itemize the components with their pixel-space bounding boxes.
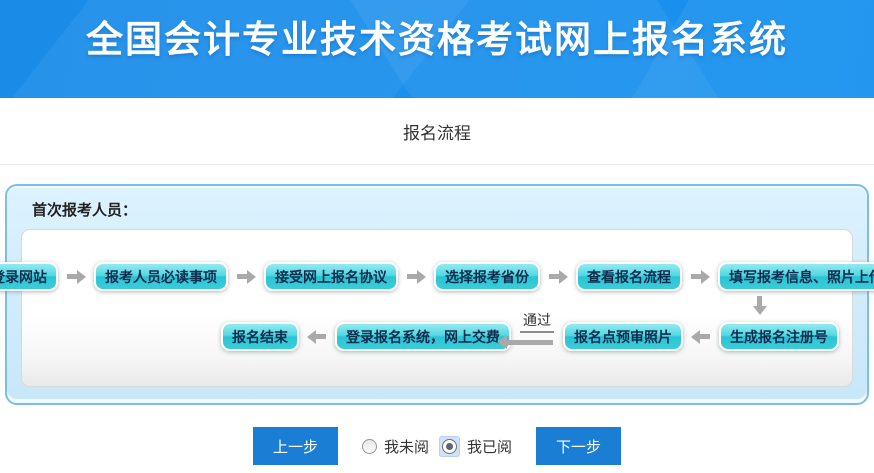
flow-row-1: 登录网站 报考人员必读事项 接受网上报名协议 选择报考省份 查看报名流程 填写报… xyxy=(22,262,852,291)
arrow-right-icon xyxy=(549,274,559,279)
arrow-left-icon xyxy=(316,334,326,339)
flow-step-photo-review[interactable]: 报名点预审照片 xyxy=(563,322,683,351)
radio-unread-label: 我未阅 xyxy=(384,436,429,457)
arrow-right-icon xyxy=(407,274,417,279)
flow-step-finish[interactable]: 报名结束 xyxy=(221,322,299,351)
flow-step-login-pay-online[interactable]: 登录报名系统，网上交费 xyxy=(335,322,511,351)
radio-read-label: 我已阅 xyxy=(467,436,512,457)
radio-option-unread[interactable]: 我未阅 xyxy=(362,436,429,457)
section-header: 报名流程 xyxy=(0,98,874,165)
app-header: 全国会计专业技术资格考试网上报名系统 xyxy=(0,0,874,98)
flow-step-view-process[interactable]: 查看报名流程 xyxy=(576,262,682,291)
flow-canvas: 登录网站 报考人员必读事项 接受网上报名协议 选择报考省份 查看报名流程 填写报… xyxy=(21,229,853,387)
flow-step-generate-reg-number[interactable]: 生成报名注册号 xyxy=(719,322,839,351)
arrow-down-icon xyxy=(757,296,762,306)
pass-label: 通过 xyxy=(520,310,554,333)
radio-read-control[interactable] xyxy=(439,436,460,457)
arrow-right-icon xyxy=(67,274,77,279)
arrow-left-long-icon xyxy=(507,340,553,345)
flow-step-must-read[interactable]: 报考人员必读事项 xyxy=(94,262,228,291)
flow-step-login-site[interactable]: 登录网站 xyxy=(0,262,58,291)
flow-step-accept-agreement[interactable]: 接受网上报名协议 xyxy=(264,262,398,291)
flow-row-2: 报名结束 登录报名系统，网上交费 通过 报名点预审照片 生成报名注册号 xyxy=(22,319,852,354)
next-step-button[interactable]: 下一步 xyxy=(536,427,621,465)
radio-option-read[interactable]: 我已阅 xyxy=(439,436,512,457)
radio-checked-icon[interactable] xyxy=(442,439,457,454)
pass-arrow: 通过 xyxy=(520,310,554,345)
read-confirmation-radio-group: 我未阅 我已阅 xyxy=(362,436,512,457)
flow-panel: 首次报考人员： 登录网站 报考人员必读事项 接受网上报名协议 选择报考省份 查看… xyxy=(5,184,869,405)
flow-step-fill-info-upload-photo[interactable]: 填写报考信息、照片上传 xyxy=(718,262,874,291)
radio-unread-control[interactable] xyxy=(362,439,377,454)
arrow-right-icon xyxy=(237,274,247,279)
footer-bar: 上一步 我未阅 我已阅 下一步 xyxy=(0,427,874,465)
arrow-left-icon xyxy=(700,334,710,339)
arrow-right-icon xyxy=(691,274,701,279)
flow-step-select-province[interactable]: 选择报考省份 xyxy=(434,262,540,291)
app-title: 全国会计专业技术资格考试网上报名系统 xyxy=(86,9,788,89)
flow-group-label: 首次报考人员： xyxy=(7,186,867,220)
page-title: 报名流程 xyxy=(403,119,471,144)
prev-step-button[interactable]: 上一步 xyxy=(253,427,338,465)
flow-row-down xyxy=(22,291,852,319)
radio-unchecked-icon[interactable] xyxy=(362,439,377,454)
